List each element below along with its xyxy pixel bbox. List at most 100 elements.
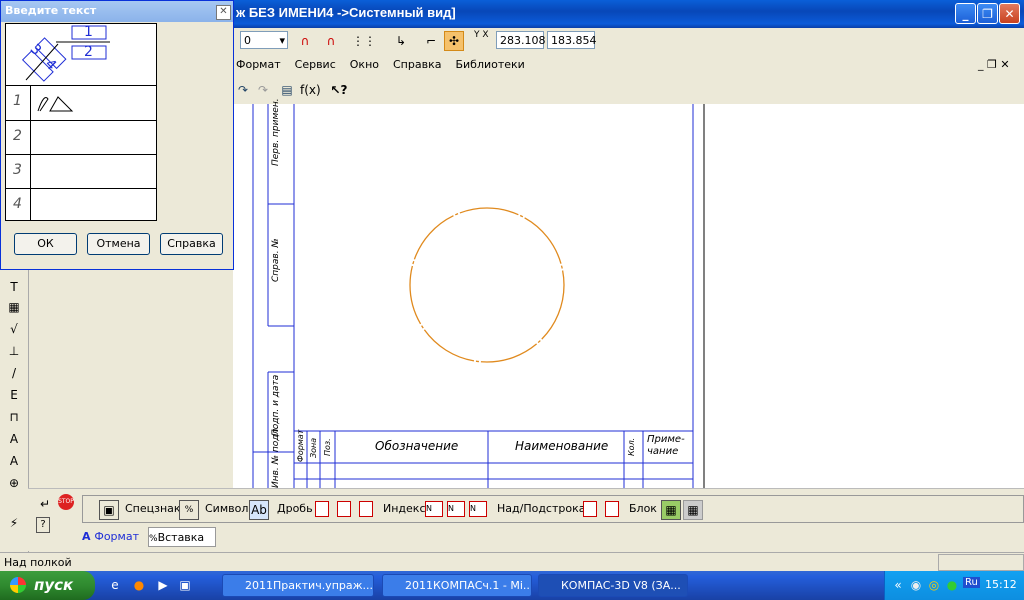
section-icon[interactable]: A — [5, 452, 23, 470]
base-icon[interactable]: ⊥ — [5, 342, 23, 360]
roughness-icon[interactable]: √ — [5, 320, 23, 338]
menu-item[interactable]: Окно — [350, 58, 379, 71]
above-icon[interactable] — [583, 501, 597, 517]
coord-y-field[interactable]: 183.854 — [547, 31, 597, 49]
menu-item[interactable]: Формат — [236, 58, 281, 71]
task-folder[interactable]: 2011Практич.упраж... — [222, 574, 374, 597]
dialog-close-button[interactable]: ✕ — [216, 5, 231, 20]
below-icon[interactable] — [605, 501, 619, 517]
magnet-icon[interactable]: ∩ — [296, 32, 314, 50]
symbol-label[interactable]: Символ — [205, 499, 248, 519]
redo-icon[interactable]: ↷ — [234, 81, 252, 99]
mark-leader-icon[interactable]: E — [5, 386, 23, 404]
style-value: 0 — [244, 34, 251, 47]
specsign-icon[interactable]: % — [179, 500, 199, 520]
paste-icon[interactable]: ▣ — [99, 500, 119, 520]
stop-icon[interactable]: STOP — [58, 494, 74, 510]
index-large-icon[interactable]: N — [469, 501, 487, 517]
index-medium-icon[interactable]: N — [447, 501, 465, 517]
text-entry-table: 1 2 3 4 1 2 3 4 — [5, 23, 157, 221]
firefox-icon[interactable]: ● — [130, 576, 148, 594]
status-cell — [938, 554, 1024, 571]
restore-button[interactable]: ❐ — [977, 3, 998, 24]
fraction-label[interactable]: Дробь — [277, 499, 313, 519]
calc-icon[interactable]: ▤ — [278, 81, 296, 99]
status-tray-icon[interactable]: ● — [943, 576, 961, 594]
menu-item[interactable]: Библиотеки — [455, 58, 524, 71]
tab-insert[interactable]: %Вставка — [148, 527, 216, 547]
fraction-small-icon[interactable] — [315, 501, 329, 517]
sound-icon[interactable]: ◉ — [907, 576, 925, 594]
text-row[interactable]: 2 — [6, 120, 156, 155]
compact-toolbar: T ▦ √ ⊥ / E ⊓ A A ⊕ ⚡ — [0, 270, 29, 552]
mdi-controls[interactable]: _ ❐ ✕ — [978, 58, 1010, 71]
panel-toolbar: ▣ Спецзнак % Символ Ab Дробь Индекс N N … — [82, 495, 1024, 523]
fraction-medium-icon[interactable] — [337, 501, 351, 517]
table-tool-icon[interactable]: ▦ — [5, 298, 23, 316]
magnet-settings-icon[interactable]: ∩ — [322, 32, 340, 50]
tolerance-icon[interactable]: ⊕ — [5, 474, 23, 492]
header-note: Приме-чание — [647, 434, 685, 457]
update-icon[interactable]: ◎ — [925, 576, 943, 594]
menu-item[interactable]: Сервис — [295, 58, 336, 71]
start-label: пуск — [34, 576, 74, 594]
axis-icon[interactable]: ⚡ — [5, 514, 23, 532]
local-cs-icon[interactable]: ↳ — [392, 32, 410, 50]
help-button[interactable]: Справка — [160, 233, 223, 255]
block-icon[interactable]: ▦ — [661, 500, 681, 520]
windows-logo-icon — [10, 577, 26, 593]
enter-icon[interactable]: ↵ — [36, 495, 54, 513]
cursor-coords-icon: Y X — [474, 30, 489, 40]
system-tray: « ◉ ◎ ● Ru 15:12 — [884, 571, 1024, 600]
drawing-canvas — [252, 104, 705, 488]
status-bar: Над полкой — [0, 552, 1024, 572]
sheet-right-margin — [1011, 104, 1024, 488]
text-tool-icon[interactable]: T — [5, 278, 23, 296]
header-qty: Кол. — [627, 437, 636, 456]
text-row[interactable]: 1 — [6, 85, 156, 121]
menu-item[interactable]: Справка — [393, 58, 441, 71]
block-label[interactable]: Блок — [629, 499, 657, 519]
ok-button[interactable]: ОК — [14, 233, 77, 255]
round-icon[interactable]: ✣ — [444, 31, 464, 51]
ie-icon[interactable]: e — [106, 576, 124, 594]
help-icon[interactable]: ? — [36, 517, 50, 533]
dialog-titlebar: Введите текст ✕ — [1, 1, 233, 22]
fraction-large-icon[interactable] — [359, 501, 373, 517]
index-small-icon[interactable]: N — [425, 501, 443, 517]
arrow-tray-icon[interactable]: « — [889, 576, 907, 594]
index-label[interactable]: Индекс — [383, 499, 426, 519]
coord-x-field[interactable]: 283.108 — [496, 31, 546, 49]
row-number: 4 — [13, 196, 22, 212]
above-below-label[interactable]: Над/Подстрока — [497, 499, 585, 519]
ortho-icon[interactable]: ⌐ — [422, 32, 440, 50]
start-button[interactable]: пуск — [0, 571, 95, 600]
specsign-label[interactable]: Спецзнак — [125, 499, 181, 519]
text-row[interactable]: 3 — [6, 154, 156, 189]
task-word[interactable]: 2011КОМПАСч.1 - Mi... — [382, 574, 532, 597]
tab-format[interactable]: A Формат — [82, 527, 148, 547]
function-icon[interactable]: f(x) — [300, 81, 321, 99]
media-icon[interactable]: ▶ — [154, 576, 172, 594]
desktop-icon[interactable]: ▣ — [176, 576, 194, 594]
header-zone: Зона — [309, 437, 318, 458]
drawing-area[interactable]: Перв. примен. Справ. № Подп. и дата Инв.… — [233, 98, 1024, 488]
minimize-button[interactable]: _ — [955, 3, 976, 24]
row-number: 3 — [13, 162, 22, 178]
grid-icon[interactable]: ⋮⋮ — [352, 32, 376, 50]
arrow-view-icon[interactable]: A — [5, 430, 23, 448]
side-label-1: Перв. примен. — [271, 98, 281, 166]
redo-disabled-icon: ↷ — [257, 83, 269, 97]
language-indicator[interactable]: Ru — [963, 577, 980, 588]
position-icon[interactable]: ⊓ — [5, 408, 23, 426]
text-row[interactable]: 4 — [6, 188, 156, 220]
style-select[interactable]: 0 ▾ — [240, 31, 288, 49]
cancel-button[interactable]: Отмена — [87, 233, 150, 255]
close-button[interactable]: ✕ — [999, 3, 1020, 24]
leader-icon[interactable]: / — [5, 364, 23, 382]
task-kompas[interactable]: КОМПАС-3D V8 (ЗА... — [538, 574, 688, 597]
dialog-title: Введите текст — [5, 4, 97, 17]
symbol-icon[interactable]: Ab — [249, 500, 269, 520]
help-pointer-icon[interactable]: ↖? — [330, 81, 348, 99]
row-number: 2 — [13, 128, 22, 144]
